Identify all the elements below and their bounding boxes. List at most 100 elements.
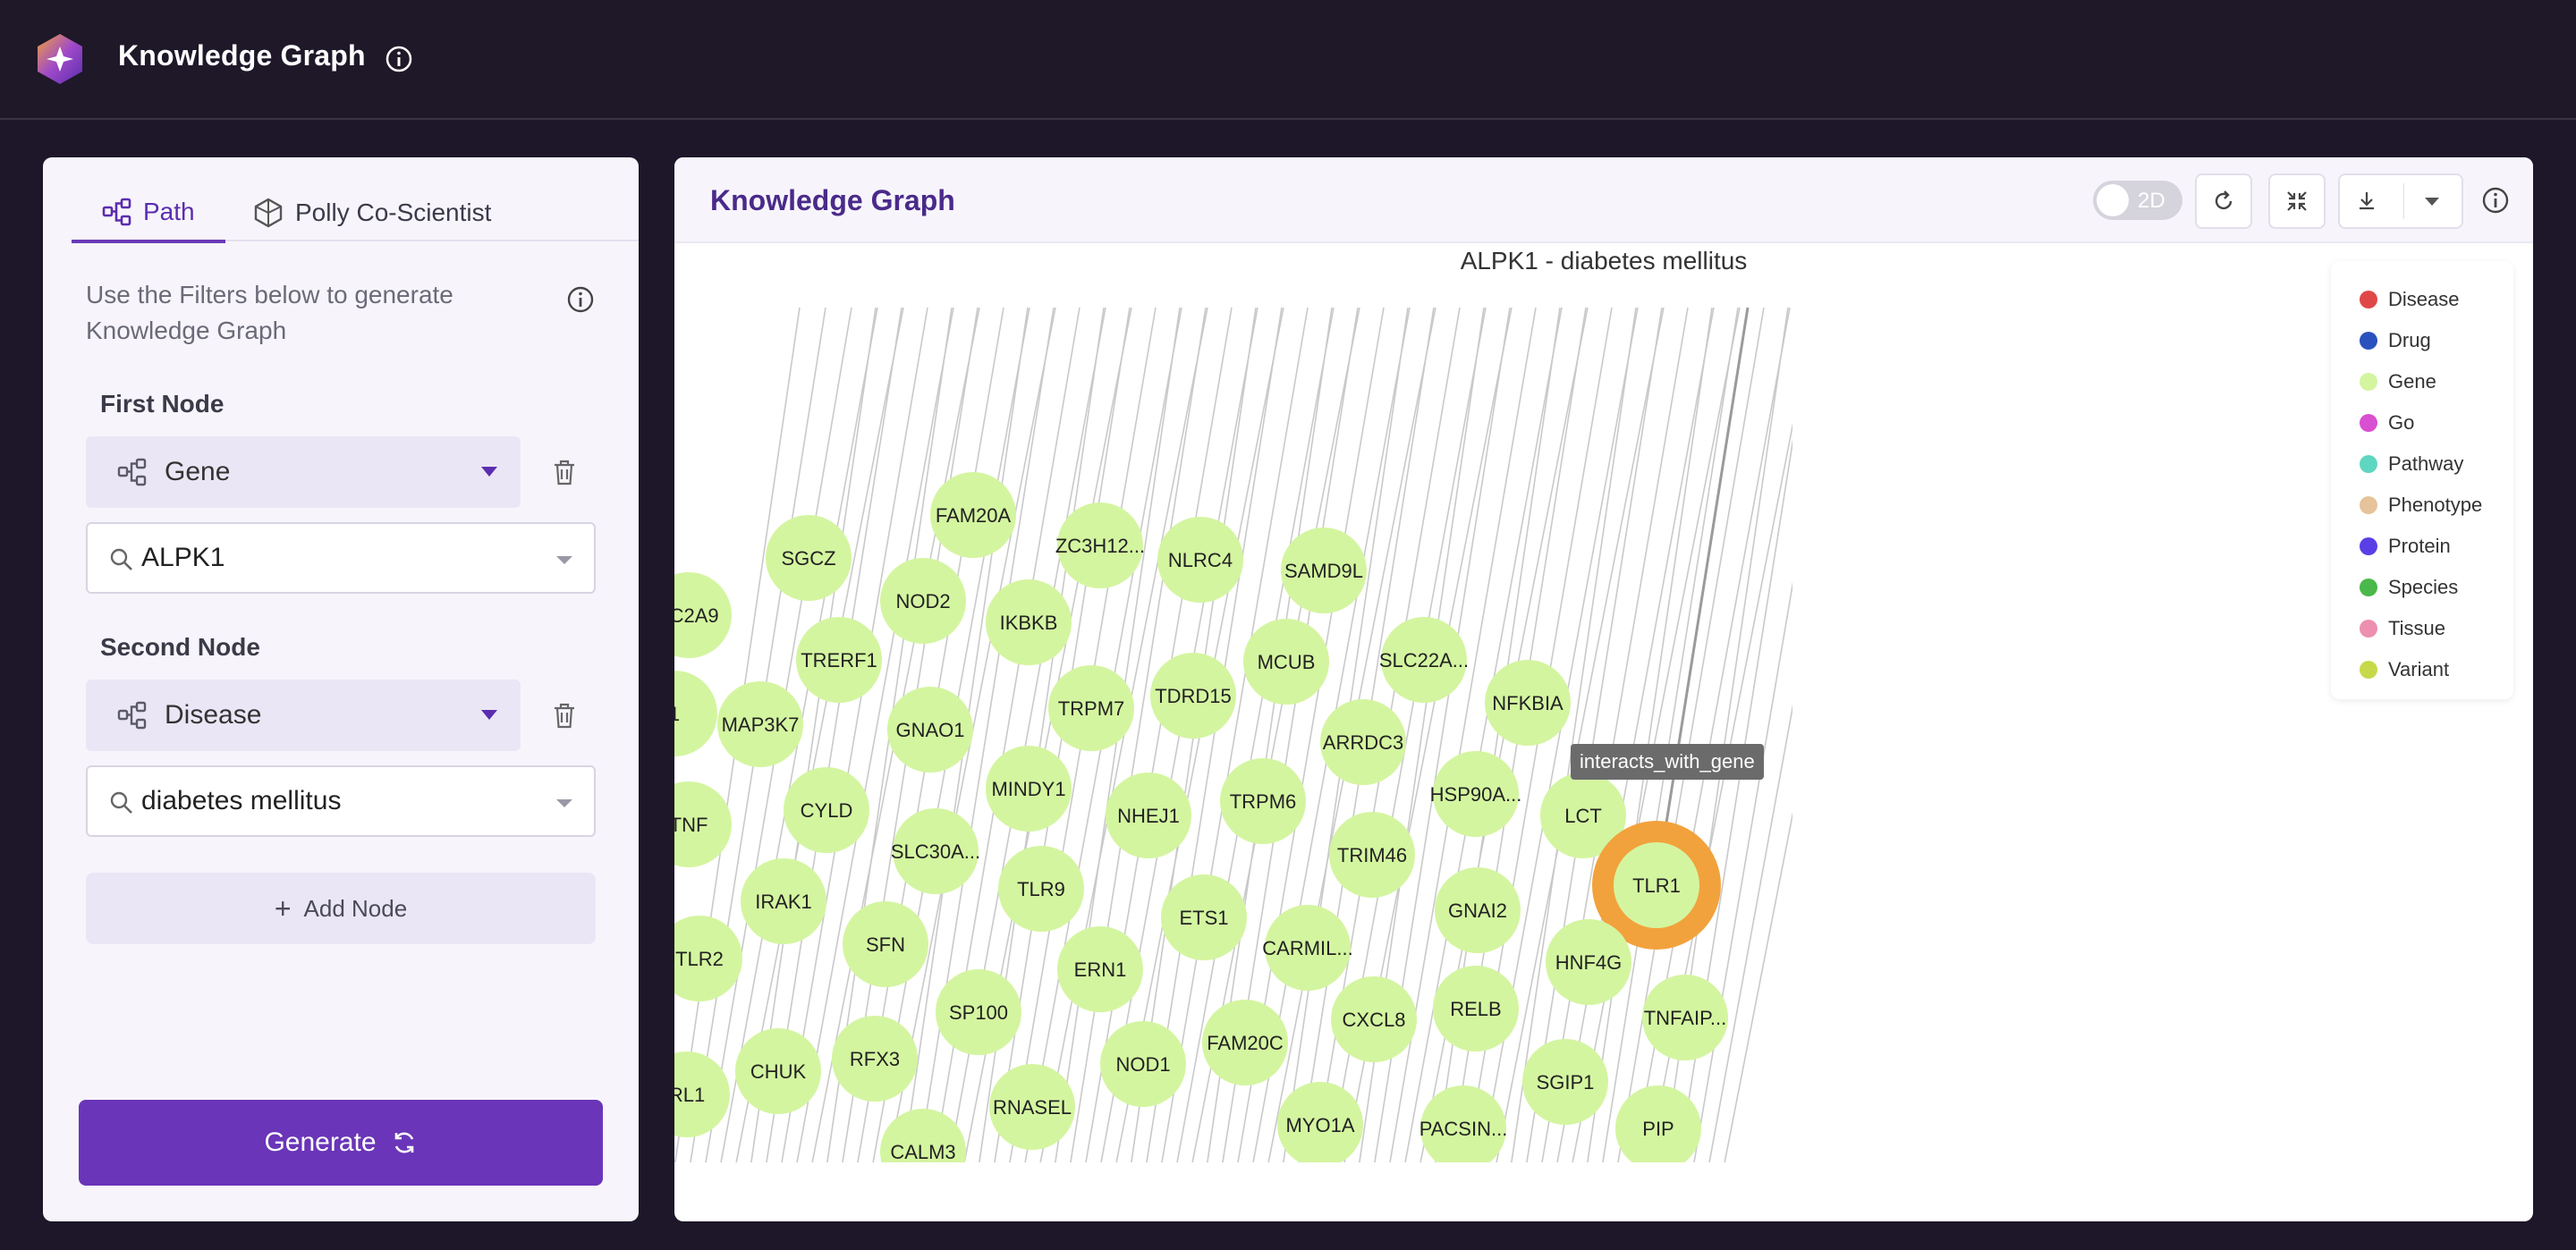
info-icon[interactable]: [2481, 186, 2510, 215]
graph-node[interactable]: NOD1: [1100, 1021, 1186, 1107]
graph-node[interactable]: NFKBIA: [1485, 660, 1571, 746]
legend-item-tissue[interactable]: Tissue: [2360, 615, 2445, 642]
graph-node[interactable]: TLR9: [998, 846, 1084, 932]
graph-node[interactable]: SGCZ: [766, 515, 852, 601]
graph-node[interactable]: TNFAIP...: [1642, 975, 1728, 1060]
graph-node[interactable]: HNF4G: [1546, 919, 1631, 1005]
legend-item-disease[interactable]: Disease: [2360, 286, 2459, 313]
tab-polly-co-scientist[interactable]: Polly Co-Scientist: [250, 184, 491, 241]
graph-node[interactable]: CHUK: [735, 1028, 821, 1114]
graph-node[interactable]: NOD2: [880, 558, 966, 644]
node-label: PACSIN...: [1419, 1118, 1508, 1140]
graph-node[interactable]: CALM3: [880, 1109, 966, 1195]
graph-node[interactable]: ETS1: [1161, 874, 1247, 960]
add-node-button[interactable]: + Add Node: [86, 873, 596, 944]
graph-node[interactable]: CXCL8: [1331, 976, 1417, 1062]
collapse-icon: [2287, 191, 2307, 211]
graph-node[interactable]: GNAI2: [1435, 867, 1521, 953]
graph-node[interactable]: TRPM7: [1048, 665, 1134, 751]
graph-node[interactable]: IKBKB: [986, 579, 1072, 665]
chevron-down-icon[interactable]: [2404, 183, 2460, 219]
chevron-down-icon: [556, 556, 572, 564]
graph-node[interactable]: SFN: [843, 901, 928, 987]
graph-node[interactable]: MINDY1: [986, 746, 1072, 832]
app-logo-icon[interactable]: [36, 32, 84, 86]
legend-item-gene[interactable]: Gene: [2360, 368, 2436, 395]
graph-canvas[interactable]: SGCZ FAM20A ZC3H12... NLRC4 SAMD9L LC2A9 NOD2 I…: [674, 157, 2533, 1221]
graph-node[interactable]: RL1: [674, 1052, 730, 1137]
tab-path-label: Path: [143, 198, 195, 225]
second-node-type-select[interactable]: Disease: [86, 680, 521, 751]
graph-node[interactable]: TRIM46: [1329, 812, 1415, 898]
node-label: TLR1: [1632, 874, 1681, 897]
second-node-search-select[interactable]: diabetes mellitus: [86, 765, 596, 837]
legend-dot: [2360, 455, 2377, 473]
graph-node[interactable]: FAM20C: [1202, 1000, 1288, 1085]
legend-item-protein[interactable]: Protein: [2360, 533, 2451, 560]
legend-item-variant[interactable]: Variant: [2360, 656, 2449, 683]
graph-node[interactable]: IRAK1: [741, 858, 826, 944]
first-node-type-value: Gene: [165, 457, 231, 486]
graph-node[interactable]: GNAO1: [887, 687, 973, 773]
graph-node[interactable]: FAM20A: [930, 472, 1016, 558]
graph-node[interactable]: SP100: [936, 969, 1021, 1055]
graph-node[interactable]: HSP90A...: [1430, 751, 1522, 837]
graph-node[interactable]: NLRC4: [1157, 517, 1243, 603]
legend-item-species[interactable]: Species: [2360, 574, 2458, 601]
graph-node[interactable]: TDRD15: [1150, 653, 1236, 739]
legend-item-pathway[interactable]: Pathway: [2360, 451, 2463, 477]
graph-node[interactable]: NHEJ1: [1106, 773, 1191, 858]
node-label: CALM3: [890, 1141, 955, 1163]
graph-node[interactable]: TRPM6: [1220, 758, 1306, 844]
graph-node[interactable]: SAMD9L: [1281, 528, 1367, 613]
trash-icon[interactable]: [549, 700, 580, 731]
graph-node[interactable]: RELB: [1433, 966, 1519, 1052]
graph-node[interactable]: MAP3K7: [717, 681, 803, 767]
fullscreen-button[interactable]: [2268, 173, 2326, 229]
trash-icon[interactable]: [549, 457, 580, 487]
graph-node[interactable]: RNASEL: [989, 1064, 1075, 1150]
legend-label: Tissue: [2388, 617, 2445, 639]
2d-toggle[interactable]: 2D: [2093, 181, 2182, 220]
node-label: NFKBIA: [1492, 692, 1563, 714]
graph-node[interactable]: SLC30A...: [891, 808, 980, 894]
graph-node[interactable]: CARMIL...: [1262, 905, 1353, 991]
graph-node[interactable]: SGIP1: [1522, 1039, 1608, 1125]
graph-node[interactable]: TNF: [674, 781, 732, 867]
graph-node[interactable]: ZC3H12...: [1055, 503, 1145, 588]
legend-label: Go: [2388, 411, 2415, 434]
tab-path[interactable]: Path: [72, 184, 225, 243]
reset-button[interactable]: [2195, 173, 2252, 229]
graph-node[interactable]: MYO1A: [1277, 1082, 1363, 1168]
search-icon: [110, 791, 132, 814]
graph-header: Knowledge Graph 2D: [674, 157, 2533, 243]
second-node-label: Second Node: [100, 633, 260, 661]
generate-label: Generate: [264, 1128, 377, 1157]
legend-item-go[interactable]: Go: [2360, 410, 2414, 436]
graph-node[interactable]: ERN1: [1057, 926, 1143, 1012]
graph-node[interactable]: TRERF1: [796, 617, 882, 703]
node-label: IKBKB: [1000, 612, 1058, 634]
legend-item-phenotype[interactable]: Phenotype: [2360, 492, 2482, 519]
graph-node[interactable]: PIP: [1615, 1085, 1701, 1171]
first-node-search-select[interactable]: ALPK1: [86, 522, 596, 594]
download-icon[interactable]: [2342, 183, 2404, 219]
graph-node[interactable]: TLR2: [674, 916, 742, 1001]
legend-item-drug[interactable]: Drug: [2360, 327, 2431, 354]
app-title: Knowledge Graph: [118, 39, 366, 72]
info-icon[interactable]: [385, 45, 413, 73]
graph-legend: Disease Drug Gene Go Pathway Phenotype P…: [2331, 261, 2513, 699]
graph-node[interactable]: RFX3: [832, 1016, 918, 1102]
info-icon[interactable]: [565, 284, 596, 315]
graph-node[interactable]: 1: [674, 671, 717, 756]
graph-node[interactable]: MCUB: [1243, 619, 1329, 705]
generate-button[interactable]: Generate: [79, 1100, 603, 1186]
graph-node[interactable]: CYLD: [784, 767, 869, 853]
graph-node[interactable]: LC2A9: [674, 572, 732, 658]
node-label: RFX3: [850, 1048, 900, 1070]
legend-label: Phenotype: [2388, 494, 2483, 516]
first-node-type-select[interactable]: Gene: [86, 436, 521, 508]
node-label: CARMIL...: [1262, 937, 1352, 959]
graph-node[interactable]: SLC22A...: [1379, 617, 1469, 703]
graph-node[interactable]: ARRDC3: [1320, 699, 1406, 785]
